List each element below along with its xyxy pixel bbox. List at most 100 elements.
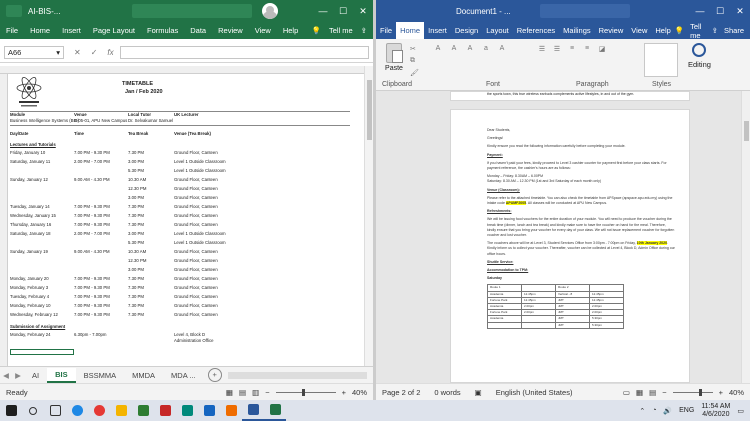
word-tab-references[interactable]: References <box>513 26 559 35</box>
network-icon[interactable]: ◔ <box>652 407 656 414</box>
font-size-icon[interactable]: A <box>448 45 460 55</box>
excel-tell-me[interactable]: Tell me <box>329 26 353 35</box>
excel-tell-me-icon[interactable]: 💡 <box>312 26 321 35</box>
paste-button[interactable]: Paste <box>382 43 406 72</box>
excel-tab-data[interactable]: Data <box>184 26 212 35</box>
normal-view-icon[interactable]: ▦ <box>226 388 233 397</box>
word-share-icon[interactable]: ⇪ <box>712 26 718 35</box>
numbering-icon[interactable]: ☰ <box>551 45 563 55</box>
taskbar-excel-icon[interactable] <box>264 400 286 421</box>
excel-horizontal-scrollbar[interactable] <box>227 371 367 379</box>
sheet-tab-mda[interactable]: MDA ... <box>163 371 204 380</box>
excel-close-button[interactable]: ✕ <box>353 6 373 17</box>
page-break-view-icon[interactable]: ▥ <box>252 388 259 397</box>
tray-chevron-icon[interactable]: ⌃ <box>639 407 645 415</box>
sheet-tab-ai[interactable]: AI <box>24 371 47 380</box>
taskbar-app-teal-icon[interactable] <box>176 400 198 421</box>
word-tab-insert[interactable]: Insert <box>424 26 451 35</box>
bullets-icon[interactable]: ☰ <box>536 45 548 55</box>
excel-tab-insert[interactable]: Insert <box>56 26 87 35</box>
web-layout-icon[interactable]: ▤ <box>649 388 656 397</box>
excel-zoom-level[interactable]: 40% <box>352 388 367 397</box>
cancel-formula-icon[interactable]: ✕ <box>74 48 81 57</box>
excel-tab-review[interactable]: Review <box>212 26 249 35</box>
excel-user-avatar[interactable] <box>262 3 278 19</box>
shading-icon[interactable]: ◪ <box>596 45 608 55</box>
taskbar-task-view-icon[interactable] <box>44 400 66 421</box>
excel-minimize-button[interactable]: — <box>313 6 333 17</box>
document-page-1[interactable]: the sports town, this true wireless earb… <box>450 91 690 101</box>
word-tab-home[interactable]: Home <box>396 22 425 39</box>
styles-gallery[interactable] <box>644 43 678 77</box>
excel-tab-home[interactable]: Home <box>24 26 56 35</box>
excel-share-icon[interactable]: ⇪ <box>361 26 367 35</box>
word-tab-review[interactable]: Review <box>595 26 628 35</box>
worksheet-grid[interactable]: TIMETABLE Jan / Feb 2020 Module Venue Lo… <box>0 66 373 366</box>
word-count[interactable]: 0 words <box>434 388 460 397</box>
taskbar-app-red-icon[interactable] <box>154 400 176 421</box>
page-count[interactable]: Page 2 of 2 <box>382 388 420 397</box>
volume-icon[interactable]: 🔊 <box>663 407 672 415</box>
taskbar-app-green-icon[interactable] <box>132 400 154 421</box>
document-page-2[interactable]: Dear Students, Greetings! Kindly ensure … <box>450 109 690 383</box>
excel-zoom-slider[interactable] <box>275 388 336 396</box>
word-share[interactable]: Share <box>724 26 744 35</box>
word-tab-mailings[interactable]: Mailings <box>559 26 595 35</box>
excel-tab-view[interactable]: View <box>249 26 277 35</box>
align-left-icon[interactable]: ≡ <box>566 45 578 55</box>
print-layout-icon[interactable]: ▦ <box>636 388 643 397</box>
word-tell-me-icon[interactable]: 💡 <box>675 26 684 35</box>
grow-font-icon[interactable]: A <box>464 45 476 55</box>
input-language[interactable]: ENG <box>679 407 694 414</box>
format-painter-icon[interactable]: 🖌 <box>410 69 419 77</box>
taskbar-start-icon[interactable] <box>0 400 22 421</box>
word-zoom-slider[interactable] <box>672 388 713 396</box>
page-layout-view-icon[interactable]: ▤ <box>239 388 246 397</box>
excel-tab-help[interactable]: Help <box>277 26 304 35</box>
zoom-out-icon[interactable]: − <box>265 388 269 397</box>
proofing-icon[interactable]: ▣ <box>475 388 482 397</box>
font-color-icon[interactable]: A <box>496 45 508 55</box>
document-canvas[interactable]: the sports town, this true wireless earb… <box>376 91 750 383</box>
font-selector-icon[interactable]: A <box>432 45 444 55</box>
column-headers[interactable] <box>0 66 364 74</box>
word-tab-help[interactable]: Help <box>651 26 674 35</box>
tab-scroll-right-icon[interactable]: ▶ <box>12 371 24 380</box>
taskbar-search-icon[interactable] <box>22 400 44 421</box>
excel-tab-page-layout[interactable]: Page Layout <box>87 26 141 35</box>
excel-tab-file[interactable]: File <box>0 26 24 35</box>
sheet-tab-mmda[interactable]: MMDA <box>124 371 163 380</box>
word-close-button[interactable]: ✕ <box>730 6 750 17</box>
tab-scroll-left-icon[interactable]: ◀ <box>0 371 12 380</box>
quick-access-save-icon[interactable] <box>6 5 22 17</box>
word-zoom-out-icon[interactable]: − <box>662 388 666 397</box>
word-tab-file[interactable]: File <box>376 26 396 35</box>
word-tab-layout[interactable]: Layout <box>482 26 513 35</box>
copy-icon[interactable]: ⧉ <box>410 57 419 65</box>
excel-vertical-scrollbar[interactable] <box>364 66 373 366</box>
word-zoom-in-icon[interactable]: + <box>719 388 723 397</box>
taskbar-app-orange-icon[interactable] <box>220 400 242 421</box>
taskbar-edge-icon[interactable] <box>66 400 88 421</box>
word-tab-design[interactable]: Design <box>451 26 482 35</box>
editing-button[interactable]: Editing <box>688 43 711 69</box>
cut-icon[interactable]: ✂ <box>410 45 419 53</box>
sheet-tab-bis[interactable]: BIS <box>47 367 76 383</box>
taskbar-photos-icon[interactable] <box>198 400 220 421</box>
word-vertical-scrollbar[interactable] <box>741 91 750 383</box>
word-minimize-button[interactable]: — <box>690 6 710 17</box>
sheet-tab-bssmma[interactable]: BSSMMA <box>76 371 125 380</box>
language[interactable]: English (United States) <box>496 388 573 397</box>
notification-icon[interactable]: ▭ <box>737 407 744 415</box>
excel-maximize-button[interactable]: ☐ <box>333 6 353 17</box>
sheet-content[interactable]: TIMETABLE Jan / Feb 2020 Module Venue Lo… <box>10 75 355 365</box>
word-maximize-button[interactable]: ☐ <box>710 6 730 17</box>
selected-cell[interactable] <box>10 349 74 355</box>
excel-tab-formulas[interactable]: Formulas <box>141 26 184 35</box>
enter-formula-icon[interactable]: ✓ <box>91 48 98 57</box>
shrink-font-icon[interactable]: a <box>480 45 492 55</box>
clock[interactable]: 11:54 AM 4/6/2020 <box>701 403 730 419</box>
formula-input[interactable] <box>119 46 369 59</box>
word-tab-view[interactable]: View <box>627 26 651 35</box>
insert-function-icon[interactable]: fx <box>107 48 113 57</box>
